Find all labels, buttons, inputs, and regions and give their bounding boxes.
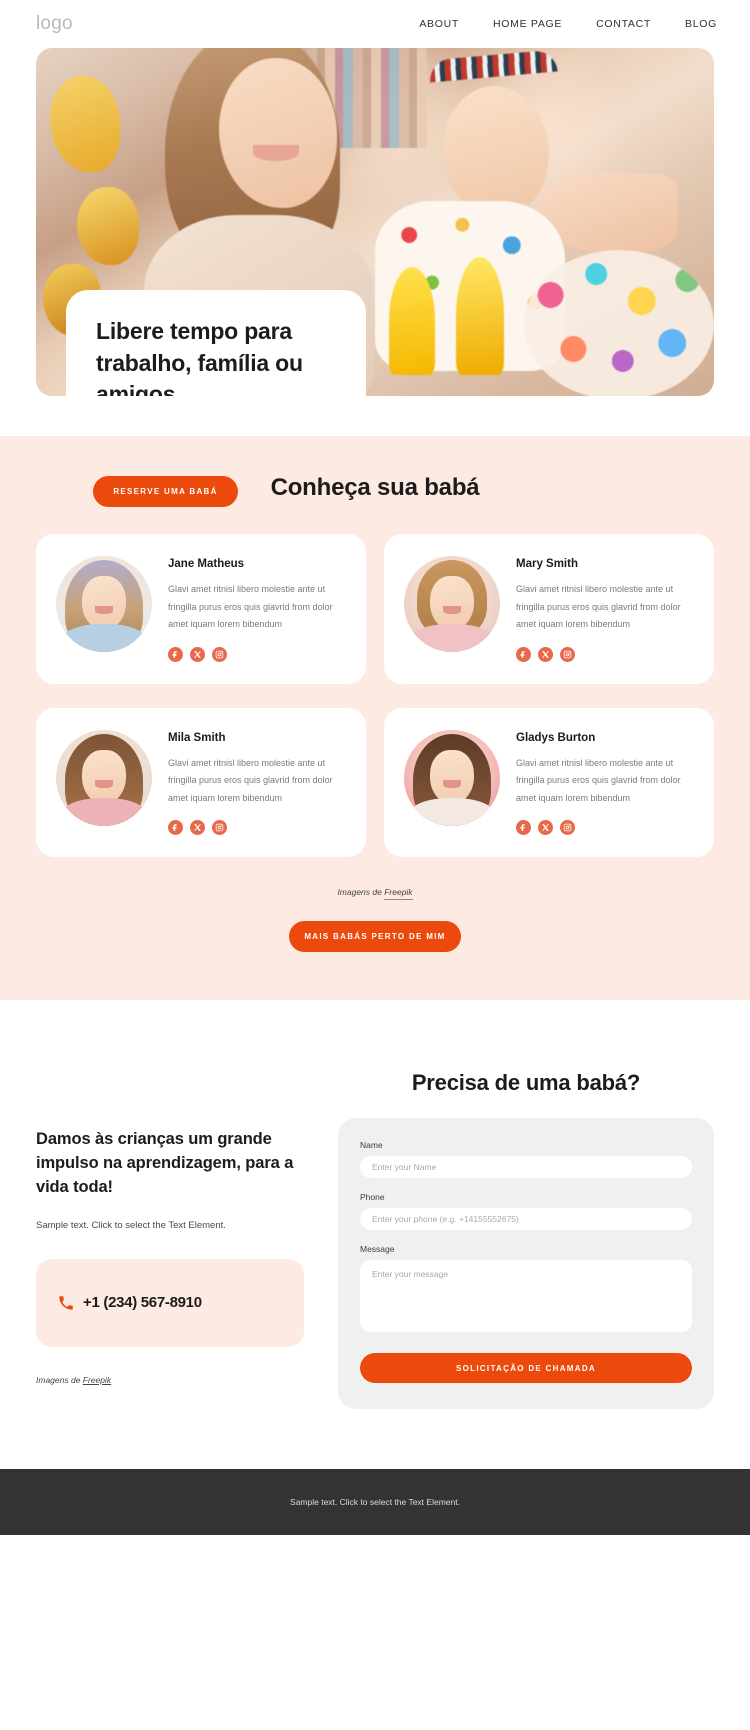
phone-number: +1 (234) 567-8910	[83, 1294, 202, 1312]
instagram-icon[interactable]	[560, 820, 575, 836]
avatar	[404, 729, 500, 826]
babysitter-name: Mary Smith	[516, 558, 578, 570]
x-twitter-icon[interactable]	[538, 646, 553, 662]
babysitter-card[interactable]: Gladys Burton Glavi amet ritnisl libero …	[384, 707, 714, 858]
phone-field-label: Phone	[360, 1192, 385, 1203]
phone-input[interactable]	[360, 1208, 692, 1231]
contact-section: Damos às crianças um grande impulso na a…	[0, 1000, 750, 1470]
babysitters-section: Conheça sua babá Jane Matheus Glavi amet…	[0, 436, 750, 1001]
x-twitter-icon[interactable]	[190, 820, 205, 836]
message-field-label: Message	[360, 1244, 395, 1255]
hero-section: Libere tempo para trabalho, família ou a…	[0, 48, 750, 507]
callback-request-form: Name Phone Message SOLICITAÇÃO DE CHAMAD…	[338, 1118, 714, 1410]
hero-image-container: Libere tempo para trabalho, família ou a…	[36, 48, 714, 396]
phone-icon	[59, 1295, 73, 1310]
contact-info-column: Damos às crianças um grande impulso na a…	[36, 1070, 304, 1409]
facebook-icon[interactable]	[516, 820, 531, 836]
contact-heading: Damos às crianças um grande impulso na a…	[36, 1130, 294, 1197]
babysitter-name: Mila Smith	[168, 731, 226, 744]
site-logo[interactable]: logo	[36, 13, 73, 35]
instagram-icon[interactable]	[212, 820, 227, 836]
x-twitter-icon[interactable]	[190, 646, 205, 662]
avatar	[56, 729, 152, 826]
image-credit: Imagens de Freepik	[36, 1375, 304, 1385]
nav-item-home-page[interactable]: HOME PAGE	[493, 18, 562, 30]
facebook-icon[interactable]	[168, 646, 183, 662]
babysitter-description: Glavi amet ritnisl libero molestie ante …	[168, 584, 333, 630]
form-title: Precisa de uma babá?	[411, 1070, 641, 1096]
nav-item-about[interactable]: ABOUT	[419, 18, 459, 30]
babysitter-card[interactable]: Jane Matheus Glavi amet ritnisl libero m…	[36, 534, 366, 684]
avatar	[56, 556, 152, 652]
facebook-icon[interactable]	[516, 646, 531, 662]
social-links	[516, 820, 694, 836]
image-credit: Imagens de Freepik	[0, 887, 750, 901]
babysitter-description: Glavi amet ritnisl libero molestie ante …	[168, 757, 333, 803]
image-credit-prefix: Imagens de	[337, 887, 385, 898]
babysitter-card[interactable]: Mila Smith Glavi amet ritnisl libero mol…	[36, 707, 366, 858]
main-navigation: ABOUT HOME PAGE CONTACT BLOG	[419, 18, 717, 30]
social-links	[168, 820, 346, 836]
message-textarea[interactable]	[360, 1260, 692, 1333]
babysitter-name: Jane Matheus	[168, 558, 245, 570]
babysitter-card-grid: Jane Matheus Glavi amet ritnisl libero m…	[0, 534, 750, 858]
site-footer: Sample text. Click to select the Text El…	[0, 1469, 750, 1536]
submit-callback-button[interactable]: SOLICITAÇÃO DE CHAMADA	[360, 1353, 692, 1384]
x-twitter-icon[interactable]	[538, 820, 553, 836]
instagram-icon[interactable]	[560, 646, 575, 662]
avatar	[404, 556, 500, 652]
contact-form-column: Precisa de uma babá? Name Phone Message …	[338, 1070, 714, 1410]
hero-headline-card: Libere tempo para trabalho, família ou a…	[66, 290, 366, 396]
social-links	[516, 646, 694, 662]
name-input[interactable]	[360, 1156, 692, 1179]
contact-subtext: Sample text. Click to select the Text El…	[36, 1220, 226, 1232]
book-babysitter-button[interactable]: RESERVE UMA BABÁ	[93, 476, 238, 507]
phone-box[interactable]: +1 (234) 567-8910	[36, 1258, 304, 1347]
instagram-icon[interactable]	[212, 646, 227, 662]
more-babysitters-button[interactable]: MAIS BABÁS PERTO DE MIM	[289, 921, 461, 953]
image-credit-prefix: Imagens de	[36, 1374, 83, 1385]
image-credit-link[interactable]: Freepik	[83, 1375, 111, 1385]
babysitter-name: Gladys Burton	[516, 731, 596, 744]
nav-item-blog[interactable]: BLOG	[685, 18, 717, 30]
site-header: logo ABOUT HOME PAGE CONTACT BLOG	[0, 0, 750, 48]
image-credit-link[interactable]: Freepik	[384, 887, 413, 901]
babysitter-description: Glavi amet ritnisl libero molestie ante …	[516, 757, 681, 803]
babysitter-description: Glavi amet ritnisl libero molestie ante …	[516, 584, 681, 630]
footer-text: Sample text. Click to select the Text El…	[290, 1497, 460, 1508]
hero-title: Libere tempo para trabalho, família ou a…	[96, 318, 303, 396]
social-links	[168, 646, 346, 662]
babysitter-card[interactable]: Mary Smith Glavi amet ritnisl libero mol…	[384, 534, 714, 684]
name-field-label: Name	[360, 1140, 383, 1151]
facebook-icon[interactable]	[168, 820, 183, 836]
nav-item-contact[interactable]: CONTACT	[596, 18, 651, 30]
